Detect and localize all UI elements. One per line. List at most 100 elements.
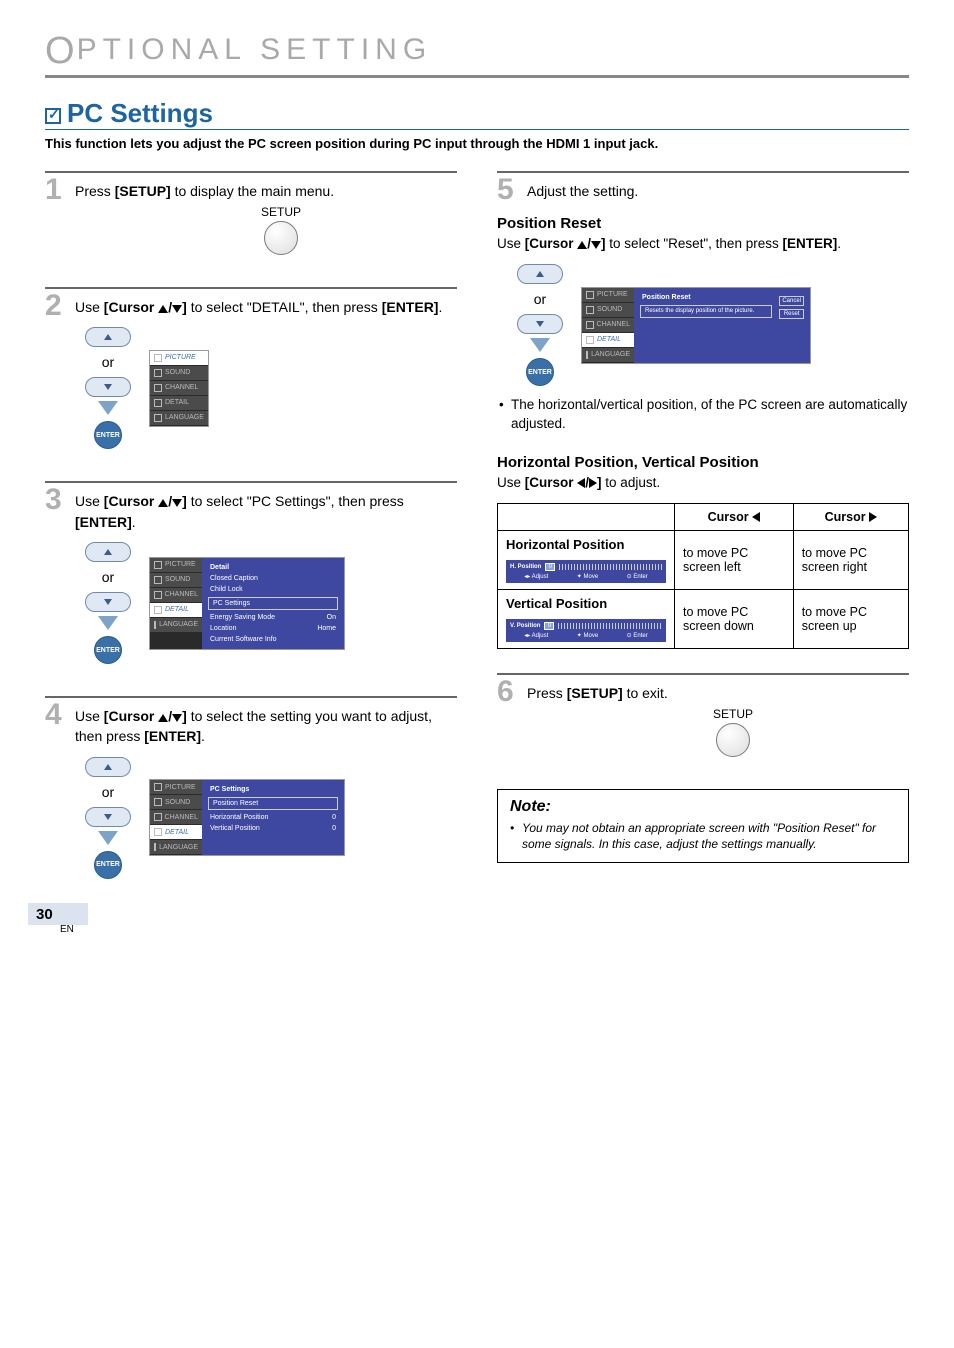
- osd-menu-channel[interactable]: CHANNEL: [150, 381, 208, 396]
- osd-menu-channel[interactable]: CHANNEL: [150, 588, 202, 603]
- step-number: 5: [497, 173, 514, 207]
- cursor-up-button[interactable]: [517, 264, 563, 284]
- osd-menu-language[interactable]: LANGUAGE: [582, 348, 634, 363]
- osd-menu-sound[interactable]: SOUND: [150, 795, 202, 810]
- cursor-cluster: or ENTER: [517, 264, 563, 386]
- osd-row-cc[interactable]: Closed Caption: [206, 573, 340, 584]
- hv-v-left: to move PC screen down: [675, 589, 794, 648]
- page-number: 30: [36, 906, 53, 923]
- cursor-cluster: or ENTER: [85, 542, 131, 664]
- osd-panel-position-reset: PICTURE SOUND CHANNEL DETAIL LANGUAGE Po…: [581, 287, 811, 364]
- step-number: 2: [45, 289, 62, 323]
- osd-menu-sound[interactable]: SOUND: [150, 366, 208, 381]
- section-description: This function lets you adjust the PC scr…: [45, 136, 909, 153]
- osd-menu-picture[interactable]: PICTURE: [150, 351, 208, 366]
- osd-menu-picture[interactable]: PICTURE: [582, 288, 634, 303]
- cursor-up-button[interactable]: [85, 327, 131, 347]
- step-3: 3 Use [Cursor /] to select "PC Settings"…: [45, 491, 457, 664]
- step-number: 1: [45, 173, 62, 207]
- osd-menu-sound[interactable]: SOUND: [150, 573, 202, 588]
- chapter-initial: O: [45, 30, 77, 72]
- setup-button[interactable]: [264, 221, 298, 255]
- osd-row-csi[interactable]: Current Software Info: [206, 634, 340, 645]
- note-box: Note: You may not obtain an appropriate …: [497, 789, 909, 863]
- down-arrow-icon: [172, 305, 182, 313]
- step-text: Press [SETUP] to display the main menu.: [75, 181, 457, 201]
- left-arrow-icon: [577, 478, 585, 488]
- osd-menu-channel[interactable]: CHANNEL: [150, 810, 202, 825]
- osd-menu-picture[interactable]: PICTURE: [150, 780, 202, 795]
- osd-menu-sound[interactable]: SOUND: [582, 303, 634, 318]
- cursor-down-button[interactable]: [85, 807, 131, 827]
- note-text: You may not obtain an appropriate screen…: [510, 820, 896, 852]
- osd-row-esm[interactable]: Energy Saving ModeOn: [206, 612, 340, 623]
- or-label: or: [102, 354, 114, 370]
- osd-panel-pcsettings: PICTURE SOUND CHANNEL DETAIL LANGUAGE PC…: [149, 779, 345, 856]
- right-arrow-icon: [869, 512, 877, 522]
- page-language: EN: [60, 924, 74, 935]
- osd-menu-detail[interactable]: DETAIL: [150, 603, 202, 618]
- vposition-slider-osd: V. Position0 ◂▸ Adjust✦ Move⊙ Enter: [506, 619, 666, 642]
- position-reset-instruction: Use [Cursor /] to select "Reset", then p…: [497, 235, 909, 254]
- osd-row-vposition[interactable]: Vertical Position0: [206, 823, 340, 834]
- hv-col-left: Cursor: [675, 503, 794, 530]
- hv-h-right: to move PC screen right: [793, 530, 908, 589]
- step-5: 5 Adjust the setting.: [497, 181, 909, 201]
- hposition-slider-osd: H. Position0 ◂▸ Adjust✦ Move⊙ Enter: [506, 560, 666, 583]
- cursor-up-button[interactable]: [85, 542, 131, 562]
- hv-row-horizontal: Horizontal Position H. Position0 ◂▸ Adju…: [498, 530, 675, 589]
- osd-row-hposition[interactable]: Horizontal Position0: [206, 812, 340, 823]
- cursor-down-button[interactable]: [517, 314, 563, 334]
- enter-button[interactable]: ENTER: [94, 851, 122, 879]
- osd-title: Detail: [206, 562, 340, 573]
- osd-title: Position Reset: [638, 292, 774, 303]
- flow-arrow-icon: [98, 401, 118, 415]
- down-arrow-icon: [172, 714, 182, 722]
- osd-menu-language[interactable]: LANGUAGE: [150, 840, 202, 855]
- cursor-up-button[interactable]: [85, 757, 131, 777]
- setup-button-label: SETUP: [105, 205, 457, 219]
- osd-menu-detail[interactable]: DETAIL: [582, 333, 634, 348]
- flow-arrow-icon: [530, 338, 550, 352]
- step-1: 1 Press [SETUP] to display the main menu…: [45, 181, 457, 255]
- osd-reset-button[interactable]: Reset: [779, 309, 804, 319]
- cursor-down-button[interactable]: [85, 592, 131, 612]
- chapter-title: OPTIONAL SETTING: [45, 30, 909, 78]
- osd-row-pcsettings[interactable]: PC Settings: [208, 597, 338, 610]
- osd-cancel-button[interactable]: Cancel: [779, 296, 804, 306]
- osd-menu-detail[interactable]: DETAIL: [150, 825, 202, 840]
- left-column: 1 Press [SETUP] to display the main menu…: [45, 171, 457, 911]
- osd-row-position-reset[interactable]: Position Reset: [208, 797, 338, 810]
- setup-button[interactable]: [716, 723, 750, 757]
- left-arrow-icon: [752, 512, 760, 522]
- osd-panel-main: PICTURE SOUND CHANNEL DETAIL LANGUAGE: [149, 350, 209, 427]
- step-text: Use [Cursor /] to select "PC Settings", …: [75, 491, 457, 532]
- up-arrow-icon: [577, 241, 587, 249]
- hv-h-left: to move PC screen left: [675, 530, 794, 589]
- right-arrow-icon: [589, 478, 597, 488]
- or-label: or: [534, 291, 546, 307]
- osd-menu-language[interactable]: LANGUAGE: [150, 618, 202, 633]
- hv-heading: Horizontal Position, Vertical Position: [497, 454, 909, 471]
- step-6: 6 Press [SETUP] to exit. SETUP: [497, 683, 909, 757]
- cursor-cluster: or ENTER: [85, 757, 131, 879]
- osd-menu-detail[interactable]: DETAIL: [150, 396, 208, 411]
- step-number: 3: [45, 483, 62, 517]
- or-label: or: [102, 784, 114, 800]
- hv-col-blank: [498, 503, 675, 530]
- up-arrow-icon: [158, 305, 168, 313]
- enter-button[interactable]: ENTER: [94, 636, 122, 664]
- step-text: Press [SETUP] to exit.: [527, 683, 909, 703]
- osd-row-loc[interactable]: LocationHome: [206, 623, 340, 634]
- cursor-cluster: or ENTER: [85, 327, 131, 449]
- osd-menu-channel[interactable]: CHANNEL: [582, 318, 634, 333]
- enter-button[interactable]: ENTER: [94, 421, 122, 449]
- enter-button[interactable]: ENTER: [526, 358, 554, 386]
- osd-title: PC Settings: [206, 784, 340, 795]
- osd-row-cl[interactable]: Child Lock: [206, 584, 340, 595]
- step-text: Adjust the setting.: [527, 181, 909, 201]
- hv-row-vertical: Vertical Position V. Position0 ◂▸ Adjust…: [498, 589, 675, 648]
- cursor-down-button[interactable]: [85, 377, 131, 397]
- osd-menu-language[interactable]: LANGUAGE: [150, 411, 208, 426]
- osd-menu-picture[interactable]: PICTURE: [150, 558, 202, 573]
